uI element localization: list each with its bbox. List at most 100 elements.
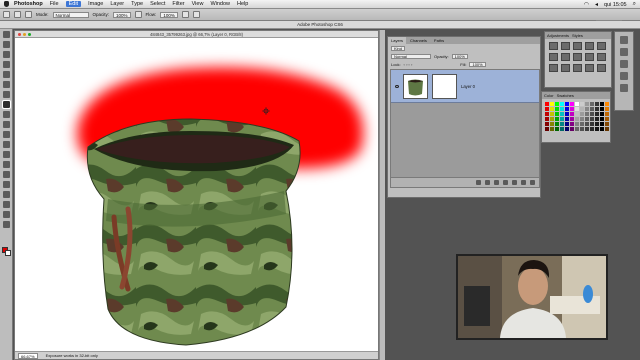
color-swatch[interactable] (565, 102, 569, 106)
color-swatch[interactable] (605, 112, 609, 116)
brush-size-picker[interactable] (14, 11, 21, 18)
close-window-icon[interactable] (18, 33, 21, 36)
background-color-swatch[interactable] (5, 250, 11, 256)
color-swatch[interactable] (550, 107, 554, 111)
color-swatch[interactable] (590, 127, 594, 131)
color-swatch[interactable] (600, 117, 604, 121)
fill-field[interactable]: 100% (469, 61, 486, 67)
color-swatch[interactable] (550, 112, 554, 116)
color-swatch[interactable] (595, 127, 599, 131)
hue-saturation-icon[interactable] (549, 53, 558, 61)
color-swatch[interactable] (590, 102, 594, 106)
pressure-opacity-icon[interactable] (134, 11, 142, 18)
color-swatch[interactable] (565, 127, 569, 131)
exposure-icon[interactable] (585, 42, 594, 50)
character-panel-icon[interactable] (620, 84, 628, 92)
color-swatch[interactable] (545, 122, 549, 126)
color-balance-icon[interactable] (561, 53, 570, 61)
color-swatch[interactable] (550, 127, 554, 131)
brush-tool-icon[interactable] (2, 100, 11, 109)
tab-channels[interactable]: Channels (407, 37, 430, 44)
move-tool-icon[interactable] (3, 31, 10, 38)
curves-icon[interactable] (573, 42, 582, 50)
eraser-tool-icon[interactable] (3, 131, 10, 138)
app-menu[interactable]: Photoshop (14, 1, 43, 7)
color-swatch[interactable] (595, 122, 599, 126)
volume-icon[interactable]: ◂ (595, 1, 598, 8)
color-swatch[interactable] (580, 127, 584, 131)
menu-edit[interactable]: Edit (65, 1, 82, 7)
lasso-tool-icon[interactable] (3, 51, 10, 58)
add-mask-icon[interactable] (494, 180, 499, 185)
spotlight-icon[interactable]: ⌕ (633, 1, 636, 8)
color-swatch[interactable] (570, 127, 574, 131)
history-panel-icon[interactable] (620, 36, 628, 44)
color-swatch[interactable] (585, 127, 589, 131)
color-swatch[interactable] (600, 107, 604, 111)
menu-filter[interactable]: Filter (172, 1, 184, 7)
color-swatch[interactable] (580, 112, 584, 116)
color-swatch[interactable] (595, 117, 599, 121)
menu-image[interactable]: Image (88, 1, 103, 7)
color-swatch[interactable] (555, 117, 559, 121)
marquee-tool-icon[interactable] (3, 41, 10, 48)
levels-icon[interactable] (561, 42, 570, 50)
brightness-contrast-icon[interactable] (549, 42, 558, 50)
color-swatch[interactable] (575, 112, 579, 116)
layer-name[interactable]: Layer 0 (461, 84, 475, 89)
gradient-map-icon[interactable] (585, 64, 594, 72)
color-swatch[interactable] (585, 102, 589, 106)
color-swatch[interactable] (560, 122, 564, 126)
color-swatch[interactable] (560, 127, 564, 131)
new-group-icon[interactable] (512, 180, 517, 185)
gradient-tool-icon[interactable] (3, 141, 10, 148)
color-swatch[interactable] (605, 117, 609, 121)
zoom-tool-icon[interactable] (3, 221, 10, 228)
mode-select[interactable]: Normal (52, 11, 89, 18)
properties-panel-icon[interactable] (620, 48, 628, 56)
color-swatch[interactable] (555, 112, 559, 116)
color-swatch[interactable] (605, 127, 609, 131)
vibrance-icon[interactable] (597, 42, 606, 50)
color-swatch[interactable] (580, 117, 584, 121)
dodge-tool-icon[interactable] (3, 161, 10, 168)
black-white-icon[interactable] (573, 53, 582, 61)
lock-icons[interactable]: ▫▫▫▫ (404, 62, 414, 67)
color-swatch[interactable] (595, 102, 599, 106)
tab-swatches[interactable]: Swatches (557, 92, 574, 99)
kind-filter-select[interactable]: Kind (391, 45, 406, 51)
brush-presets-panel-icon[interactable] (620, 72, 628, 80)
delete-layer-icon[interactable] (530, 180, 535, 185)
menu-file[interactable]: File (50, 1, 59, 7)
color-swatch[interactable] (565, 107, 569, 111)
color-swatch[interactable] (565, 117, 569, 121)
color-swatch[interactable] (575, 107, 579, 111)
color-swatch[interactable] (600, 122, 604, 126)
threshold-icon[interactable] (573, 64, 582, 72)
pen-tool-icon[interactable] (3, 171, 10, 178)
color-swatch[interactable] (605, 122, 609, 126)
vertical-scrollbar[interactable] (379, 30, 385, 360)
color-swatch[interactable] (600, 102, 604, 106)
color-swatch[interactable] (590, 122, 594, 126)
layer-style-icon[interactable] (485, 180, 490, 185)
eyedropper-tool-icon[interactable] (3, 81, 10, 88)
color-swatch[interactable] (570, 122, 574, 126)
apple-icon[interactable] (4, 1, 9, 7)
color-swatch[interactable] (585, 107, 589, 111)
photo-filter-icon[interactable] (585, 53, 594, 61)
wifi-icon[interactable]: ◠ (584, 1, 589, 8)
menu-help[interactable]: Help (237, 1, 248, 7)
zoom-field[interactable]: 66,67% (18, 352, 38, 359)
layer-opacity-field[interactable]: 100% (451, 53, 468, 59)
color-swatch[interactable] (590, 117, 594, 121)
posterize-icon[interactable] (561, 64, 570, 72)
new-layer-icon[interactable] (521, 180, 526, 185)
blur-tool-icon[interactable] (3, 151, 10, 158)
healing-tool-icon[interactable] (3, 91, 10, 98)
channel-mixer-icon[interactable] (597, 53, 606, 61)
tab-layers[interactable]: Layers (388, 37, 407, 44)
clock[interactable]: qui 15:05 (604, 2, 627, 8)
menu-view[interactable]: View (192, 1, 204, 7)
layer-thumbnail[interactable] (403, 73, 428, 99)
